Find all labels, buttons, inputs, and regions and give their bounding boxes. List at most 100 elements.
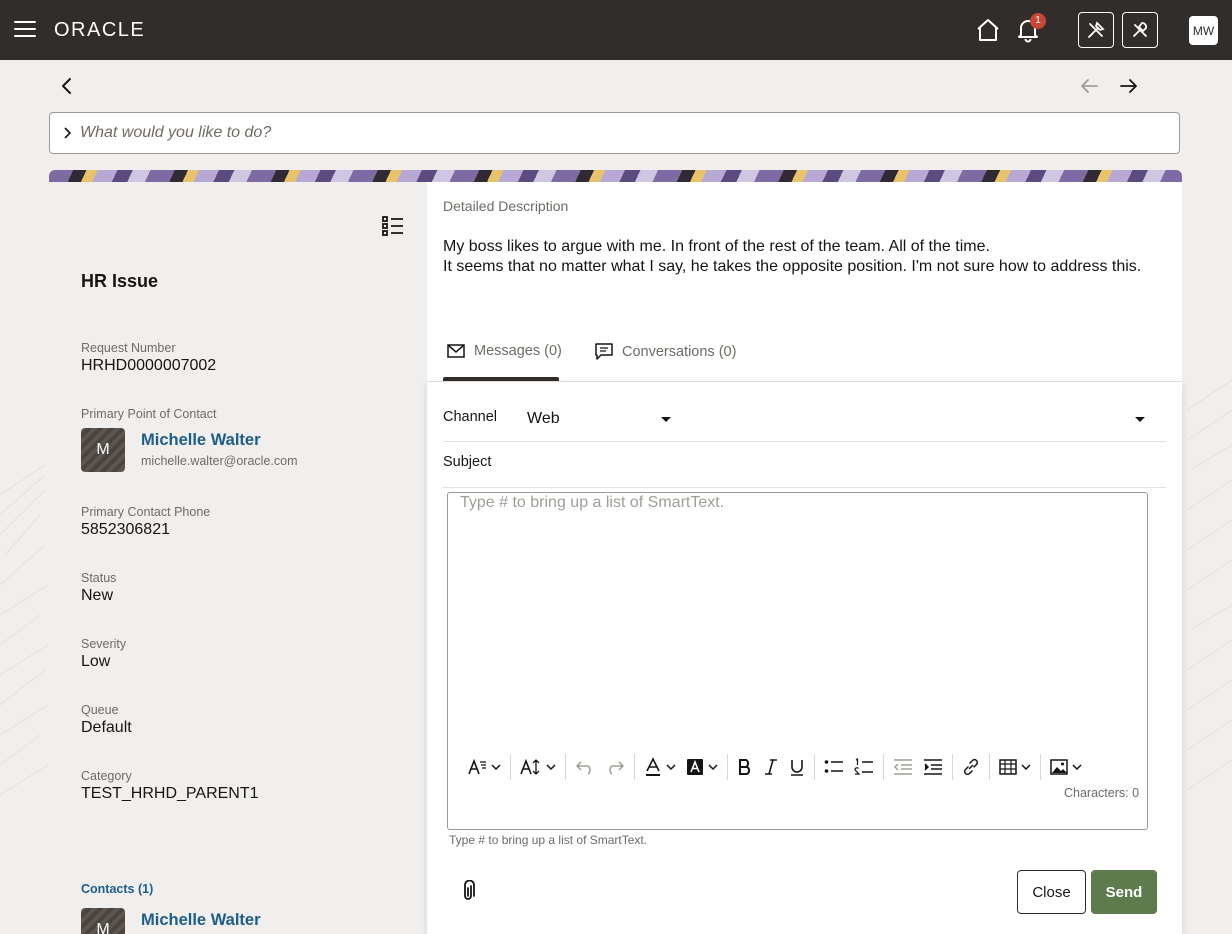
description-line: My boss likes to argue with me. In front… bbox=[443, 238, 990, 255]
next-arrow-icon[interactable] bbox=[1119, 77, 1139, 95]
paragraph-format-button[interactable] bbox=[462, 754, 506, 780]
decrease-indent-button[interactable] bbox=[888, 754, 918, 780]
tab-conversations[interactable]: Conversations (0) bbox=[595, 343, 736, 360]
font-size-button[interactable] bbox=[515, 754, 561, 780]
search-bar[interactable] bbox=[49, 112, 1180, 154]
channel-divider bbox=[443, 441, 1166, 442]
indent-icon bbox=[924, 759, 942, 775]
undo-icon bbox=[575, 761, 591, 775]
tab-messages[interactable]: Messages (0) bbox=[447, 343, 562, 359]
category-label: Category bbox=[81, 769, 132, 783]
top-bar: ORACLE 1 MW bbox=[0, 0, 1232, 60]
table-icon bbox=[999, 759, 1017, 775]
toolbar-separator bbox=[989, 754, 990, 780]
underline-button[interactable] bbox=[784, 754, 810, 780]
menu-icon[interactable] bbox=[14, 21, 36, 39]
link-icon bbox=[963, 758, 979, 776]
description-label: Detailed Description bbox=[443, 198, 569, 214]
decorative-leaf-pattern bbox=[0, 464, 49, 796]
chevron-down-icon bbox=[666, 764, 676, 770]
chevron-down-icon bbox=[1072, 764, 1082, 770]
font-size-icon bbox=[520, 758, 540, 775]
editor-placeholder: Type # to bring up a list of SmartText. bbox=[460, 494, 725, 511]
highlight-color-button[interactable] bbox=[681, 754, 723, 780]
insert-table-button[interactable] bbox=[994, 754, 1036, 780]
bulleted-list-button[interactable] bbox=[819, 754, 849, 780]
primary-contact-avatar: M bbox=[81, 428, 125, 472]
subject-label[interactable]: Subject bbox=[443, 454, 491, 470]
close-button[interactable]: Close bbox=[1017, 870, 1086, 914]
highlight-color-icon bbox=[687, 759, 703, 775]
user-avatar[interactable]: MW bbox=[1189, 16, 1218, 45]
paragraph-format-icon bbox=[468, 758, 486, 775]
primary-contact-email: michelle.walter@oracle.com bbox=[141, 454, 298, 468]
contact-avatar: M bbox=[81, 908, 125, 934]
character-count: Characters: 0 bbox=[1064, 786, 1140, 800]
text-color-button[interactable] bbox=[639, 754, 681, 780]
settings-tools-button[interactable] bbox=[1122, 12, 1158, 48]
primary-contact-phone-label: Primary Contact Phone bbox=[81, 505, 211, 519]
toolbar-separator bbox=[883, 754, 884, 780]
previous-arrow-icon[interactable] bbox=[1079, 77, 1099, 95]
primary-contact-name-link[interactable]: Michelle Walter bbox=[141, 431, 261, 450]
insert-image-button[interactable] bbox=[1045, 754, 1087, 780]
editor-helper-text: Type # to bring up a list of SmartText. bbox=[449, 833, 648, 847]
toolbar-separator bbox=[814, 754, 815, 780]
paperclip-icon[interactable] bbox=[458, 880, 478, 904]
send-button[interactable]: Send bbox=[1091, 870, 1157, 914]
toolbar-separator bbox=[727, 754, 728, 780]
request-summary-panel bbox=[49, 182, 427, 934]
oracle-logo[interactable]: ORACLE bbox=[54, 19, 145, 42]
request-number-label: Request Number bbox=[81, 341, 176, 355]
tools-button[interactable] bbox=[1078, 12, 1114, 48]
channel-dropdown-arrow-icon[interactable] bbox=[1135, 417, 1145, 422]
toolbar-separator bbox=[952, 754, 953, 780]
contact-name-link[interactable]: Michelle Walter bbox=[141, 911, 261, 930]
outdent-icon bbox=[893, 759, 912, 775]
italic-button[interactable] bbox=[758, 754, 784, 780]
channel-select-value[interactable]: Web bbox=[527, 410, 560, 428]
contacts-link[interactable]: Contacts (1) bbox=[81, 882, 153, 896]
editor-toolbar bbox=[462, 754, 1087, 780]
toolbar-separator bbox=[510, 754, 511, 780]
severity-value: Low bbox=[81, 653, 111, 670]
numbered-list-icon bbox=[854, 758, 873, 775]
underline-icon bbox=[791, 760, 803, 776]
tab-messages-label: Messages (0) bbox=[474, 343, 562, 359]
list-view-icon[interactable] bbox=[382, 216, 404, 236]
chevron-down-icon bbox=[708, 764, 718, 770]
queue-label: Queue bbox=[81, 703, 119, 717]
text-color-icon bbox=[646, 757, 660, 776]
search-input[interactable] bbox=[80, 124, 1160, 142]
tab-conversations-label: Conversations (0) bbox=[622, 343, 737, 360]
redo-button[interactable] bbox=[600, 754, 630, 780]
undo-button[interactable] bbox=[570, 754, 600, 780]
insert-link-button[interactable] bbox=[957, 754, 985, 780]
home-icon[interactable] bbox=[975, 18, 1001, 42]
status-label: Status bbox=[81, 571, 117, 585]
channel-label: Channel bbox=[443, 409, 498, 425]
wrench-icon bbox=[1133, 22, 1147, 37]
decorative-leaf-pattern-right bbox=[1186, 379, 1232, 791]
bold-icon bbox=[739, 759, 751, 775]
bulleted-list-icon bbox=[824, 760, 843, 773]
chevron-down-icon bbox=[1021, 764, 1031, 770]
bold-button[interactable] bbox=[732, 754, 758, 780]
toolbar-separator bbox=[634, 754, 635, 780]
notification-badge: 1 bbox=[1030, 13, 1046, 29]
numbered-list-button[interactable] bbox=[849, 754, 879, 780]
status-value: New bbox=[81, 587, 114, 604]
back-chevron-icon[interactable] bbox=[58, 76, 76, 96]
channel-dropdown-caret-icon[interactable] bbox=[661, 417, 671, 422]
redo-icon bbox=[609, 761, 625, 775]
description-line: It seems that no matter what I say, he t… bbox=[443, 258, 1142, 275]
decorative-banner bbox=[49, 170, 1182, 182]
primary-contact-label: Primary Point of Contact bbox=[81, 407, 217, 421]
request-number-value: HRHD0000007002 bbox=[81, 357, 217, 374]
chat-icon bbox=[595, 343, 613, 360]
request-title: HR Issue bbox=[81, 271, 159, 291]
italic-icon bbox=[765, 759, 777, 775]
hammer-wrench-icon bbox=[1088, 21, 1105, 38]
increase-indent-button[interactable] bbox=[918, 754, 948, 780]
image-icon bbox=[1050, 759, 1068, 775]
